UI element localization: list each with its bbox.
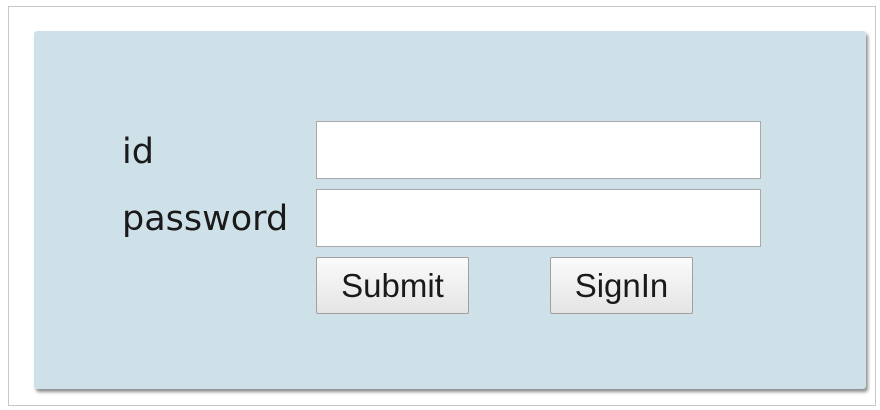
id-input[interactable] [316, 121, 761, 179]
login-panel: id password Submit SignIn [34, 31, 866, 389]
submit-button[interactable]: Submit [316, 257, 469, 314]
id-label: id [122, 132, 154, 172]
password-input[interactable] [316, 189, 761, 247]
password-label: password [122, 199, 289, 239]
signin-button[interactable]: SignIn [550, 257, 693, 314]
